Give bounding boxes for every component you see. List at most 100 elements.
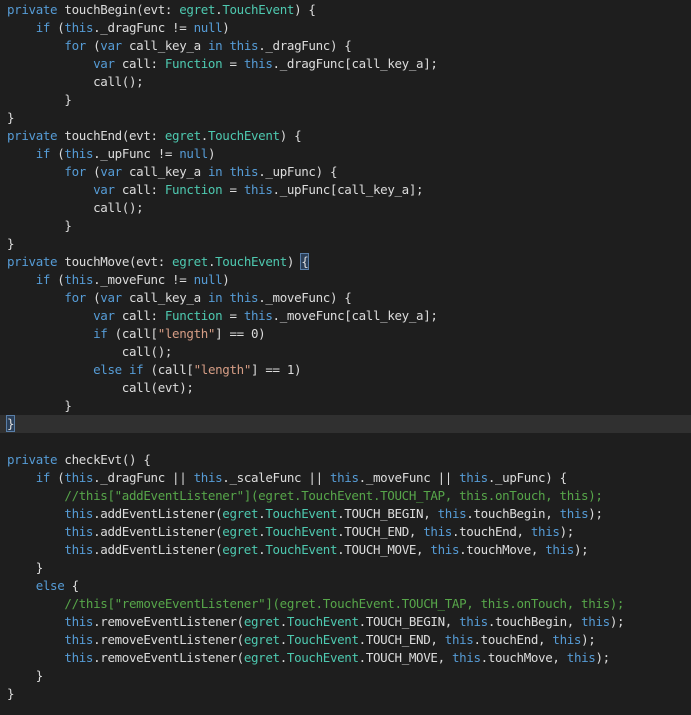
code-line[interactable]: for (var call_key_a in this._dragFunc) { — [0, 37, 691, 55]
code-token: .addEventListener( — [93, 524, 223, 539]
code-token: ( — [85, 164, 101, 179]
code-token: //this["removeEventListener"](egret.Touc… — [64, 596, 625, 611]
code-line[interactable]: if (this._dragFunc || this._scaleFunc ||… — [0, 469, 691, 487]
code-line[interactable]: } — [0, 217, 691, 235]
code-token: TouchEvent — [207, 128, 280, 143]
code-line[interactable]: private touchBegin(evt: egret.TouchEvent… — [0, 1, 691, 19]
code-token: this — [64, 632, 94, 647]
code-token: for — [64, 290, 86, 305]
code-line[interactable]: } — [0, 559, 691, 577]
code-line[interactable]: if (call["length"] == 0) — [0, 325, 691, 343]
code-token: call(); — [7, 200, 144, 215]
code-line[interactable]: var call: Function = this._upFunc[call_k… — [0, 181, 691, 199]
code-line[interactable]: this.addEventListener(egret.TouchEvent.T… — [0, 541, 691, 559]
code-token: this — [64, 20, 94, 35]
code-token: ( — [85, 290, 101, 305]
code-token: if — [35, 20, 51, 35]
code-token: .touchEnd, — [451, 524, 531, 539]
code-token: egret — [222, 524, 259, 539]
code-token: } — [7, 110, 15, 125]
code-token: ) { — [279, 128, 302, 143]
code-token: ._upFunc[call_key_a]; — [272, 182, 424, 197]
code-line[interactable]: for (var call_key_a in this._upFunc) { — [0, 163, 691, 181]
code-line[interactable]: else if (call["length"] == 1) — [0, 361, 691, 379]
code-line[interactable]: else { — [0, 577, 691, 595]
code-token: this — [243, 182, 273, 197]
code-line[interactable]: //this["removeEventListener"](egret.Touc… — [0, 595, 691, 613]
code-line[interactable] — [0, 433, 691, 451]
code-line[interactable]: private checkEvt() { — [0, 451, 691, 469]
code-token: var — [100, 38, 122, 53]
code-token: egret — [243, 632, 280, 647]
code-token: var — [100, 164, 122, 179]
code-token: .addEventListener( — [93, 506, 223, 521]
code-line[interactable]: } — [0, 685, 691, 703]
code-line[interactable]: //this["addEventListener"](egret.TouchEv… — [0, 487, 691, 505]
code-line[interactable]: var call: Function = this._dragFunc[call… — [0, 55, 691, 73]
code-token: ._dragFunc || — [93, 470, 194, 485]
code-line[interactable]: this.addEventListener(egret.TouchEvent.T… — [0, 523, 691, 541]
code-token: "length" — [157, 326, 216, 341]
code-line[interactable]: if (this._dragFunc != null) — [0, 19, 691, 37]
code-token: { — [64, 578, 80, 593]
code-token: TouchEvent — [215, 254, 287, 269]
code-token: touchBegin(evt: — [57, 2, 180, 17]
code-line[interactable]: call(evt); — [0, 379, 691, 397]
code-token: else — [35, 578, 65, 593]
code-token: = — [222, 56, 244, 71]
code-line[interactable]: } — [0, 415, 691, 433]
code-token: .TOUCH_BEGIN, — [337, 506, 438, 521]
code-line[interactable]: if (this._moveFunc != null) — [0, 271, 691, 289]
code-token: this — [444, 632, 474, 647]
code-line[interactable]: call(); — [0, 73, 691, 91]
code-token: this — [430, 542, 460, 557]
code-token: Function — [164, 308, 223, 323]
code-token: this — [329, 470, 359, 485]
code-token: var — [93, 308, 115, 323]
code-line[interactable]: } — [0, 235, 691, 253]
code-line[interactable]: } — [0, 109, 691, 127]
code-line[interactable]: this.addEventListener(egret.TouchEvent.T… — [0, 505, 691, 523]
code-token: ._moveFunc) { — [258, 290, 352, 305]
code-token: call: — [114, 56, 165, 71]
code-line[interactable]: call(); — [0, 199, 691, 217]
code-token: this — [64, 470, 94, 485]
code-token: if — [93, 326, 108, 341]
code-line[interactable]: } — [0, 91, 691, 109]
code-token: var — [93, 182, 115, 197]
code-token: else — [93, 362, 122, 377]
code-line[interactable]: this.removeEventListener(egret.TouchEven… — [0, 613, 691, 631]
code-token: ._scaleFunc || — [222, 470, 330, 485]
code-token: ( — [50, 470, 65, 485]
code-token: (call[ — [143, 362, 194, 377]
code-line[interactable]: this.removeEventListener(egret.TouchEven… — [0, 631, 691, 649]
code-token: egret — [179, 2, 216, 17]
code-token: call_key_a — [121, 290, 208, 305]
code-token: ._moveFunc != — [93, 272, 194, 287]
code-token: egret — [222, 506, 259, 521]
code-line[interactable]: this.removeEventListener(egret.TouchEven… — [0, 649, 691, 667]
code-token: touchMove(evt: — [57, 254, 173, 269]
code-line[interactable]: if (this._upFunc != null) — [0, 145, 691, 163]
code-token: .touchMove, — [459, 542, 546, 557]
code-line[interactable]: private touchEnd(evt: egret.TouchEvent) … — [0, 127, 691, 145]
code-token: .TOUCH_END, — [337, 524, 424, 539]
code-token: ) { — [294, 2, 316, 17]
code-line[interactable]: private touchMove(evt: egret.TouchEvent)… — [0, 253, 691, 271]
code-token: ) — [222, 20, 230, 35]
code-token: ); — [559, 524, 575, 539]
code-editor[interactable]: private touchBegin(evt: egret.TouchEvent… — [0, 0, 691, 715]
code-token: (call[ — [107, 326, 158, 341]
code-line[interactable]: } — [0, 667, 691, 685]
code-line[interactable]: } — [0, 397, 691, 415]
code-token: var — [93, 56, 115, 71]
code-line[interactable]: var call: Function = this._moveFunc[call… — [0, 307, 691, 325]
code-line[interactable]: for (var call_key_a in this._moveFunc) { — [0, 289, 691, 307]
code-line[interactable]: call(); — [0, 343, 691, 361]
